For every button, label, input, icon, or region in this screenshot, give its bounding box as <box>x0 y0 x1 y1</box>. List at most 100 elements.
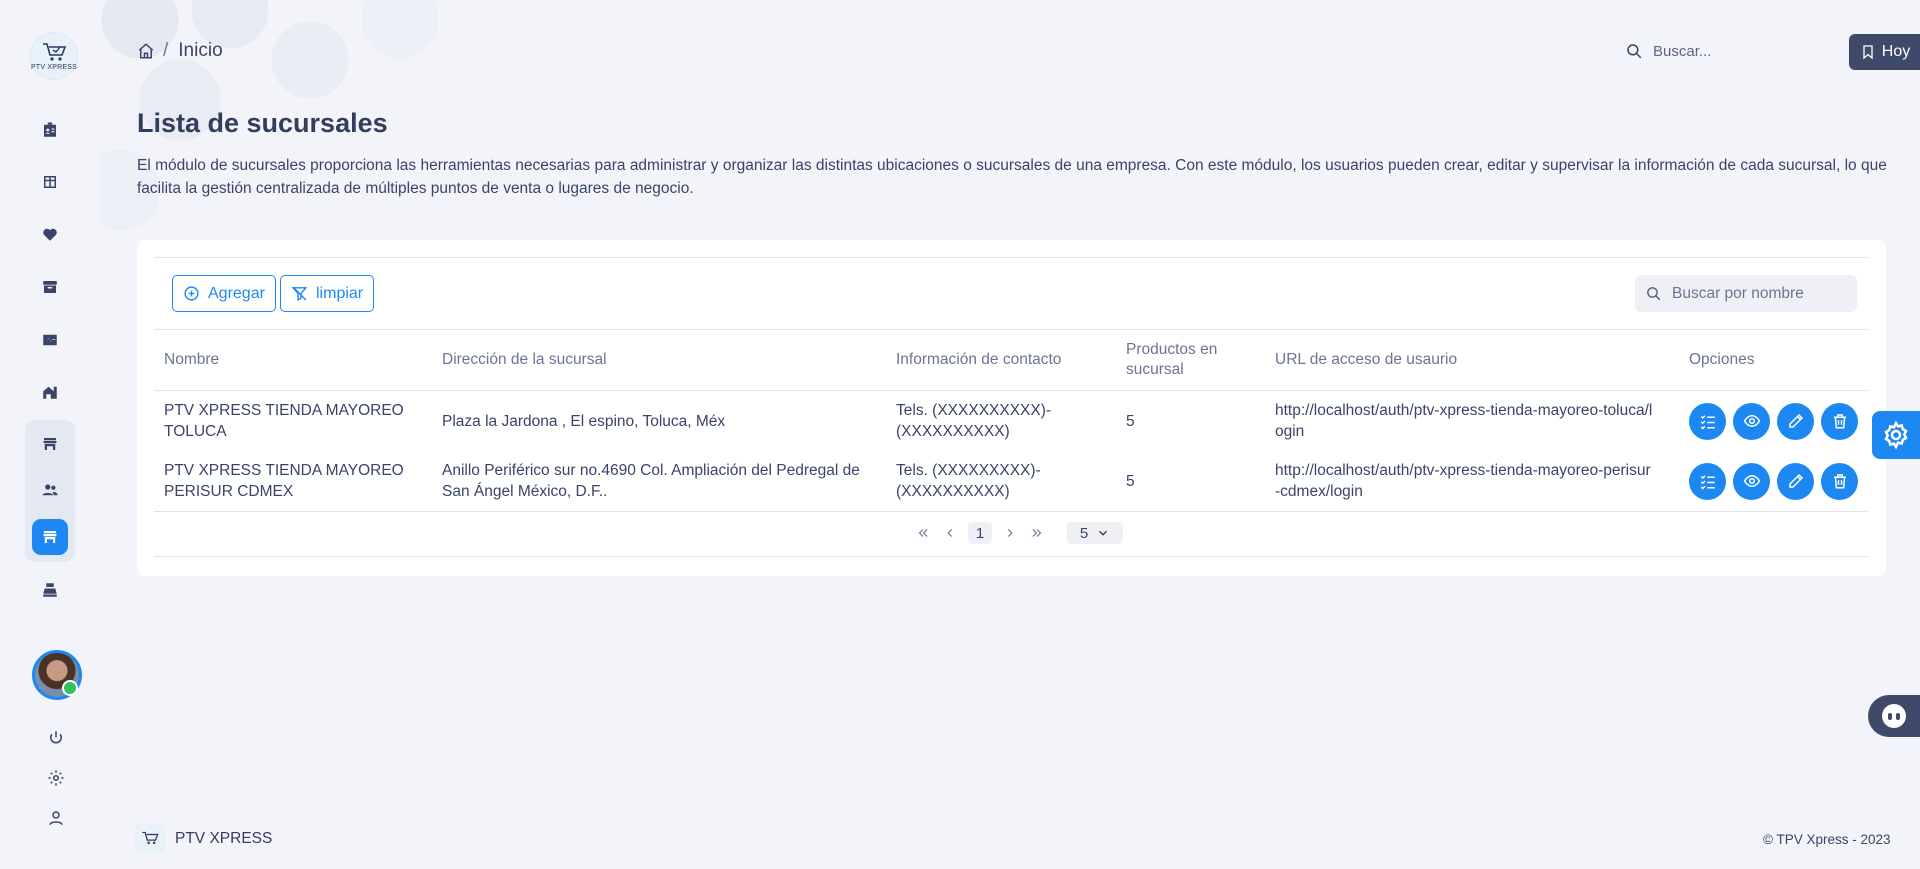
add-button-label: Agregar <box>208 284 265 302</box>
gear-icon <box>1884 420 1908 450</box>
cell-name: PTV XPRESS TIENDA MAYOREO TOLUCA <box>164 402 404 440</box>
page-size-select[interactable]: 5 <box>1067 522 1123 544</box>
sidebar-item-stores[interactable] <box>32 426 68 462</box>
eye-icon <box>1743 474 1760 488</box>
archive-icon <box>43 281 57 293</box>
gear-icon <box>48 770 64 786</box>
cell-name: PTV XPRESS TIENDA MAYOREO PERISUR CDMEX <box>164 462 404 500</box>
chevron-right-icon <box>1007 529 1013 537</box>
dashboard-icon <box>44 176 56 188</box>
cell-address: Anillo Periférico sur no.4690 Col. Ampli… <box>442 462 860 500</box>
cell-address: Plaza la Jardona , El espino, Toluca, Mé… <box>442 412 726 430</box>
eye-icon <box>1743 414 1760 428</box>
sidebar-item-buildings[interactable] <box>32 374 68 410</box>
last-page-button[interactable] <box>1028 522 1046 544</box>
first-page-button[interactable] <box>914 522 932 544</box>
profile-button[interactable] <box>45 807 67 829</box>
table-search <box>1635 275 1857 312</box>
today-button[interactable]: Hoy <box>1849 34 1920 70</box>
today-button-label: Hoy <box>1881 43 1911 60</box>
table-footer: 1 5 <box>154 511 1869 557</box>
row-actions <box>1689 391 1858 451</box>
sidebar-item-profile[interactable] <box>32 112 68 148</box>
sidebar-item-archive[interactable] <box>32 269 68 305</box>
heart-icon <box>43 228 57 241</box>
user-icon <box>49 811 63 826</box>
logo-text: PTV XPRESS <box>31 64 77 71</box>
table-row: PTV XPRESS TIENDA MAYOREO TOLUCA Plaza l… <box>154 391 1869 451</box>
prev-page-button[interactable] <box>941 522 959 544</box>
table-header: Nombre Dirección de la sucursal Informac… <box>154 329 1869 391</box>
sidebar-item-monitor[interactable] <box>32 322 68 358</box>
header-products[interactable]: Productos en sucursal <box>1126 330 1246 390</box>
users-icon <box>42 484 58 496</box>
name-search-input[interactable] <box>1672 284 1842 303</box>
clear-filters-button[interactable]: limpiar <box>280 275 375 312</box>
settings-button[interactable] <box>45 767 67 789</box>
footer-copyright: © TPV Xpress - 2023 <box>1763 832 1891 847</box>
current-page[interactable]: 1 <box>968 522 992 544</box>
store-icon <box>43 438 57 450</box>
sidebar-item-branches[interactable] <box>32 519 68 555</box>
cash-register-icon <box>43 583 57 597</box>
view-button[interactable] <box>1733 402 1770 440</box>
footer-logo <box>135 823 165 853</box>
cart-logo-icon <box>142 831 159 845</box>
header-address[interactable]: Dirección de la sucursal <box>442 330 882 390</box>
chevrons-left-icon <box>918 529 928 537</box>
search-icon <box>1627 44 1642 59</box>
details-button[interactable] <box>1689 402 1726 440</box>
cell-contact: Tels. (XXXXXXXXX)-(XXXXXXXXXX) <box>896 462 1041 500</box>
header-options: Opciones <box>1689 351 1755 368</box>
theme-settings-button[interactable] <box>1872 411 1920 459</box>
footer-brand: PTV XPRESS <box>175 830 273 847</box>
store-active-icon <box>43 531 57 543</box>
cell-url[interactable]: http://localhost/auth/ptv-xpress-tienda-… <box>1275 391 1655 451</box>
view-button[interactable] <box>1733 462 1770 500</box>
monitor-heart-icon <box>43 334 57 346</box>
edit-button[interactable] <box>1777 402 1814 440</box>
page-title: Lista de sucursales <box>137 108 388 138</box>
card-divider <box>154 257 1869 258</box>
home-icon[interactable] <box>137 42 155 60</box>
online-status-dot <box>62 680 78 696</box>
global-search <box>1625 42 1793 60</box>
checklist-icon <box>1700 415 1715 430</box>
delete-button[interactable] <box>1821 462 1858 500</box>
branches-table: Nombre Dirección de la sucursal Informac… <box>154 329 1869 557</box>
trash-icon <box>1833 474 1846 489</box>
cart-logo-icon <box>43 43 67 61</box>
table-row: PTV XPRESS TIENDA MAYOREO PERISUR CDMEX … <box>154 451 1869 511</box>
global-search-input[interactable] <box>1653 42 1793 60</box>
sidebar-item-cash-register[interactable] <box>32 572 68 608</box>
chatbot-button[interactable] <box>1868 695 1920 737</box>
header-contact[interactable]: Información de contacto <box>896 330 1116 390</box>
row-actions <box>1689 451 1858 511</box>
details-button[interactable] <box>1689 462 1726 500</box>
header-name[interactable]: Nombre <box>164 330 434 390</box>
search-icon <box>1647 287 1661 301</box>
chevron-left-icon <box>947 529 953 537</box>
cell-contact: Tels. (XXXXXXXXXX)-(XXXXXXXXXX) <box>896 402 1052 440</box>
add-button[interactable]: Agregar <box>172 275 276 312</box>
sidebar: PTV XPRESS <box>0 0 100 869</box>
edit-button[interactable] <box>1777 462 1814 500</box>
chevron-down-icon <box>1099 530 1108 536</box>
app-logo[interactable]: PTV XPRESS <box>30 32 78 80</box>
page-size-value: 5 <box>1079 524 1089 542</box>
header-url[interactable]: URL de acceso de usaurio <box>1275 330 1655 390</box>
next-page-button[interactable] <box>1001 522 1019 544</box>
clear-button-label: limpiar <box>316 284 364 302</box>
breadcrumb: / Inicio <box>137 40 223 62</box>
plus-circle-icon <box>184 286 199 301</box>
id-badge-icon <box>44 122 56 137</box>
logout-button[interactable] <box>45 727 67 749</box>
delete-button[interactable] <box>1821 402 1858 440</box>
bookmark-icon <box>1863 45 1873 60</box>
sidebar-item-dashboard[interactable] <box>32 164 68 200</box>
breadcrumb-separator: / <box>163 40 169 61</box>
trash-icon <box>1833 414 1846 429</box>
sidebar-item-users[interactable] <box>32 472 68 508</box>
sidebar-item-favorites[interactable] <box>32 216 68 252</box>
cell-url[interactable]: http://localhost/auth/ptv-xpress-tienda-… <box>1275 451 1655 511</box>
